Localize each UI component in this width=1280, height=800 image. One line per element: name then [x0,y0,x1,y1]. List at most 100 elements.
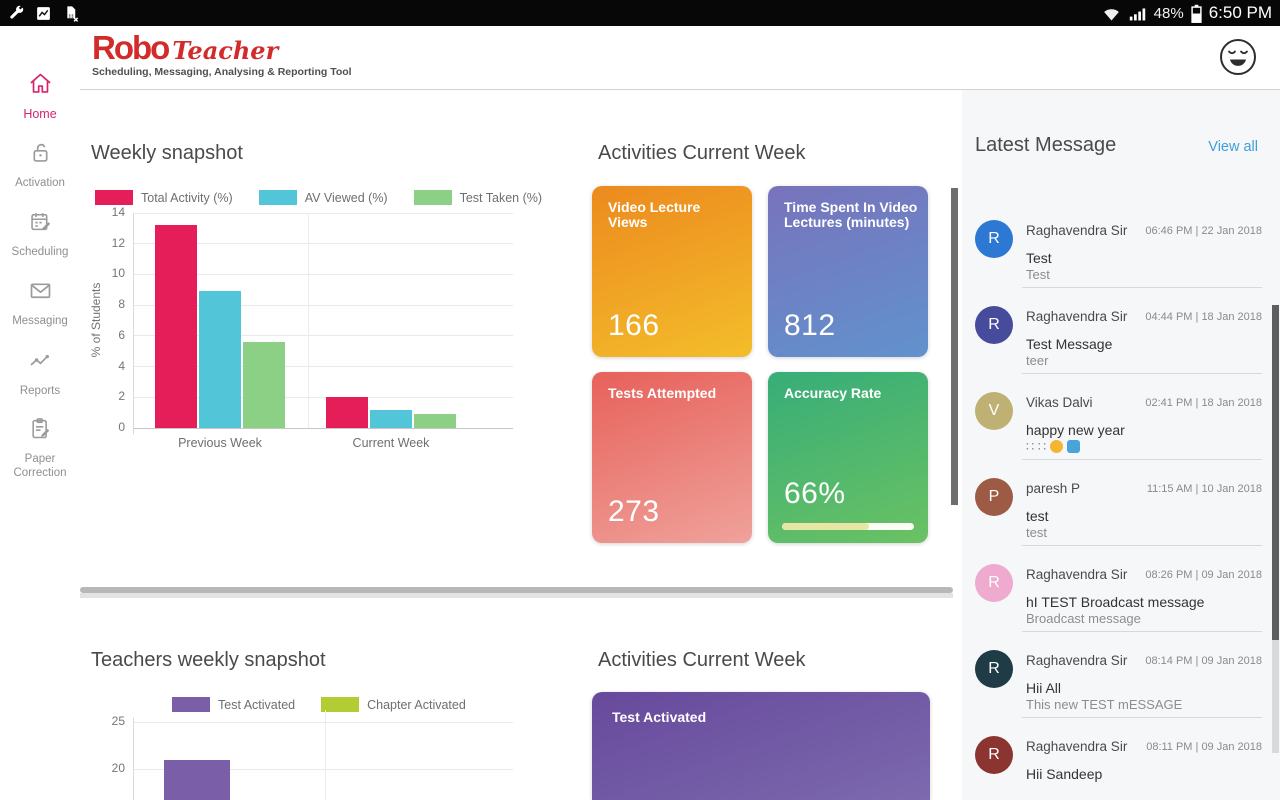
legend-label: Test Taken (%) [459,190,543,205]
card-test-activated[interactable]: Test Activated [592,692,930,800]
y-tick-label: 6 [118,327,125,342]
sidebar: Home Activation Scheduling Messaging Rep… [0,26,80,800]
trend-icon [27,347,54,379]
sidebar-item-paper-correction[interactable]: Paper Correction [0,415,80,481]
avatar-initial: R [988,230,1000,247]
logo-text-robo: Robo [92,29,170,66]
message-timestamp: 02:41 PM | 18 Jan 2018 [1145,397,1262,409]
teachers-snapshot-chart: 25 20 [112,710,513,800]
message-sender: Raghavendra Sir [1026,739,1128,754]
status-bar: 48% 6:50 PM [0,0,1280,26]
avatar: R [975,306,1013,344]
card-title: Test Activated [612,709,707,725]
message-body: This new TEST mESSAGE [1026,697,1183,712]
message-list: R Raghavendra Sir 06:46 PM | 22 Jan 2018 Te… [962,218,1280,800]
messages-scrollbar-thumb[interactable] [1272,305,1279,640]
message-title: hI TEST Broadcast message [1026,594,1205,610]
main-scrollbar-thumb[interactable] [951,188,958,505]
message-item[interactable]: R Raghavendra Sir 08:26 PM | 09 Jan 2018 hI… [962,562,1280,648]
y-axis-line [133,718,134,800]
bar-total-activity- [326,397,368,428]
card-title: Video Lecture Views [608,199,701,231]
message-title: Test [1026,250,1052,266]
x-category-label: Current Week [352,436,430,450]
sidebar-item-label: Reports [19,385,61,397]
card-time-spent-video[interactable]: Time Spent In Video Lectures (minutes) 8… [768,186,928,357]
activities-current-week-title: Activities Current Week [598,142,806,164]
card-title: Tests Attempted [608,385,717,401]
message-title: Hii All [1026,680,1062,696]
message-divider [1022,717,1262,718]
avatar: R [975,564,1013,602]
message-timestamp: 06:46 PM | 22 Jan 2018 [1145,225,1262,237]
sidebar-item-scheduling[interactable]: Scheduling [0,208,80,259]
unlock-icon [27,139,54,171]
message-timestamp: 08:14 PM | 09 Jan 2018 [1145,655,1262,667]
sim-missing-icon [61,4,80,23]
weekly-snapshot-title: Weekly snapshot [91,142,243,164]
avatar: P [975,478,1013,516]
card-video-lecture-views[interactable]: Video Lecture Views 166 [592,186,752,357]
vertical-gridline [325,710,326,800]
bar-av-viewed- [199,291,241,428]
card-title: Accuracy Rate [784,385,882,401]
smiley-emoji-icon [1050,440,1064,453]
wrench-icon [8,4,26,22]
message-item[interactable]: R Raghavendra Sir 04:44 PM | 18 Jan 2018 Te… [962,304,1280,390]
gridline [133,721,513,723]
bar-total-activity- [155,225,197,428]
y-tick-label: 25 [111,714,125,728]
message-body: Broadcast message [1026,611,1141,626]
sidebar-item-home[interactable]: Home [0,70,80,123]
message-title: Test Message [1026,336,1113,352]
message-item[interactable]: R Raghavendra Sir 06:46 PM | 22 Jan 2018 Te… [962,218,1280,304]
battery-percent-label: 48% [1153,4,1184,22]
sidebar-item-label: Scheduling [11,246,69,258]
teachers-weekly-snapshot-title: Teachers weekly snapshot [91,649,326,671]
sidebar-item-messaging[interactable]: Messaging [0,277,80,328]
vertical-gridline [308,213,309,428]
card-value: 66% [784,477,846,510]
robo-teacher-logo: Robo Teacher Scheduling, Messaging, Anal… [92,31,352,78]
y-tick-label: 2 [118,389,125,404]
calendar-icon [27,208,54,240]
card-tests-attempted[interactable]: Tests Attempted 273 [592,372,752,543]
message-divider [1022,545,1262,546]
home-icon [27,70,54,102]
avatar: R [975,736,1013,774]
legend-item: Total Activity (%) [95,190,233,205]
bar-test-taken- [414,414,456,428]
message-timestamp: 04:44 PM | 18 Jan 2018 [1145,311,1262,323]
weekly-snapshot-chart: 0 2 4 6 8 10 12 14 Previous Week Current Week [112,205,513,450]
sidebar-item-label: Messaging [12,315,68,327]
logo-text-teacher: Teacher [172,36,279,65]
weekly-chart-legend: Total Activity (%) AV Viewed (%) Test Ta… [95,190,542,205]
latest-message-panel: Latest Message View all R Raghavendra Sir… [962,90,1280,800]
sidebar-item-activation[interactable]: Activation [0,139,80,190]
envelope-icon [27,277,54,309]
message-item[interactable]: R Raghavendra Sir 08:11 PM | 09 Jan 2018 Hi… [962,734,1280,800]
logo-tagline: Scheduling, Messaging, Analysing & Repor… [92,66,352,78]
message-item[interactable]: Pparesh P 11:15 AM | 10 Jan 2018 test test [962,476,1280,562]
message-sender: Raghavendra Sir [1026,653,1128,668]
legend-label: AV Viewed (%) [304,190,388,205]
status-bar-right: 48% 6:50 PM [1102,3,1280,23]
card-accuracy-rate[interactable]: Accuracy Rate 66% [768,372,928,543]
message-divider [1022,373,1262,374]
card-value: 812 [784,309,836,342]
y-tick-label: 12 [111,235,125,250]
latest-message-title: Latest Message [975,134,1117,156]
bar-test-activated [164,759,230,800]
wifi-icon [1102,5,1121,22]
sidebar-item-reports[interactable]: Reports [0,347,80,398]
avatar: R [975,220,1013,258]
profile-smiley-icon[interactable] [1218,37,1258,82]
app-screen: 48% 6:50 PM Robo Teacher Scheduling, Mes… [0,0,1280,800]
view-all-link[interactable]: View all [1208,139,1258,155]
messages-scrollbar-track[interactable] [1272,640,1279,753]
message-sender: Vikas Dalvi [1026,395,1093,410]
message-item[interactable]: V Vikas Dalvi 02:41 PM | 18 Jan 2018 happy … [962,390,1280,476]
avatar-initial: R [988,746,1000,763]
message-sender: Raghavendra Sir [1026,223,1128,238]
message-item[interactable]: R Raghavendra Sir 08:14 PM | 09 Jan 2018 Hi… [962,648,1280,734]
